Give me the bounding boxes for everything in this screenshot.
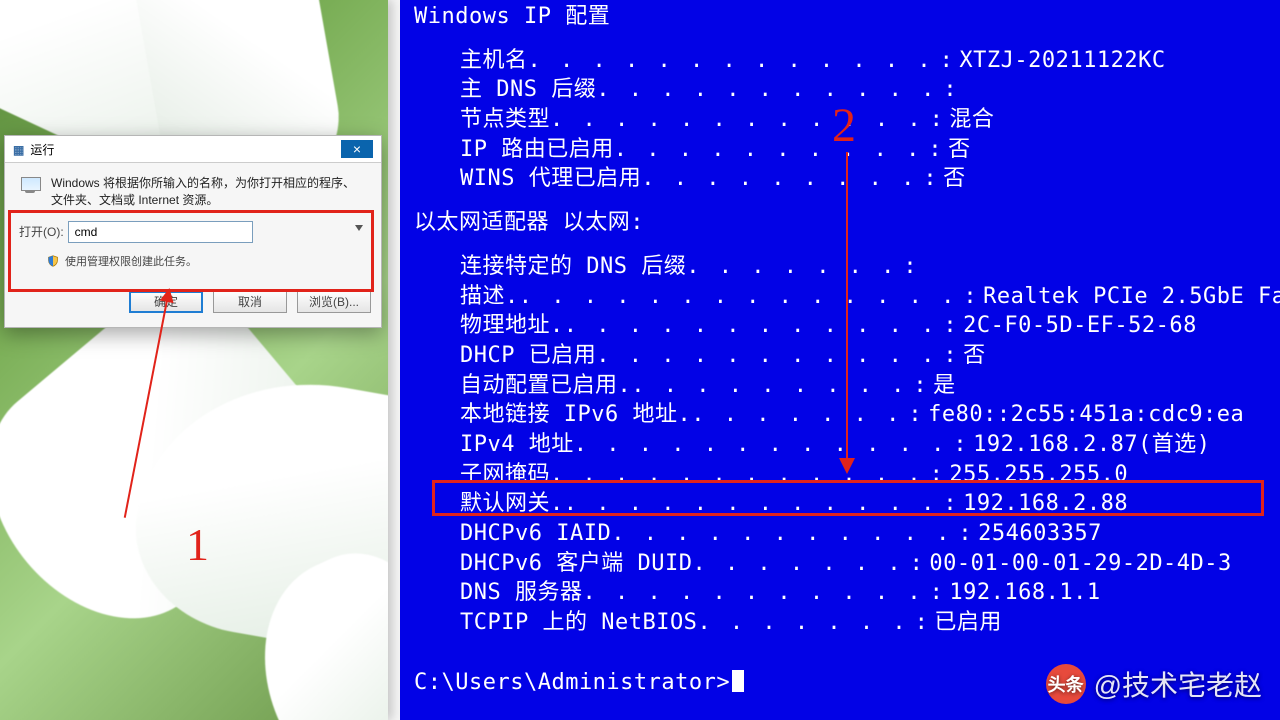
ipconfig-row: 默认网关. . . . . . . . . . . . .:192.168.2.…: [414, 489, 1280, 519]
watermark-badge: 头条: [1046, 664, 1086, 704]
run-dialog-titlebar[interactable]: ▦运行 ×: [5, 136, 381, 163]
run-dialog-description: Windows 将根据你所输入的名称，为你打开相应的程序、文件夹、文档或 Int…: [51, 175, 367, 209]
ipconfig-row: DHCPv6 IAID . . . . . . . . . . .:254603…: [414, 519, 1280, 549]
shield-icon: [47, 255, 59, 267]
run-dialog: ▦运行 × Windows 将根据你所输入的名称，为你打开相应的程序、文件夹、文…: [4, 135, 382, 328]
ipconfig-row: 主机名 . . . . . . . . . . . . .:XTZJ-20211…: [414, 46, 1280, 76]
annotation-arrow-2: [846, 152, 848, 472]
cursor: [732, 670, 744, 692]
desktop-background: ▦运行 × Windows 将根据你所输入的名称，为你打开相应的程序、文件夹、文…: [0, 0, 388, 720]
ipconfig-row: TCPIP 上的 NetBIOS . . . . . . .:已启用: [414, 608, 1280, 638]
browse-button[interactable]: 浏览(B)...: [297, 291, 371, 313]
annotation-number-1: 1: [186, 518, 209, 571]
ipconfig-row: DHCPv6 客户端 DUID . . . . . . .:00-01-00-0…: [414, 549, 1280, 579]
open-label: 打开(O):: [19, 223, 64, 240]
ipconfig-header: Windows IP 配置: [414, 2, 1280, 32]
cancel-button[interactable]: 取消: [213, 291, 287, 313]
annotation-number-2: 2: [832, 98, 856, 153]
run-icon: [19, 175, 43, 195]
close-icon[interactable]: ×: [341, 140, 373, 158]
watermark: 头条 @技术宅老赵: [1046, 664, 1262, 704]
open-input[interactable]: [68, 221, 253, 243]
run-dialog-buttons: 确定 取消 浏览(B)...: [5, 277, 381, 327]
ipconfig-row: DNS 服务器 . . . . . . . . . . .:192.168.1.…: [414, 578, 1280, 608]
watermark-text: @技术宅老赵: [1094, 664, 1262, 704]
ok-button[interactable]: 确定: [129, 291, 203, 313]
run-dialog-title: 运行: [30, 143, 54, 157]
admin-note: 使用管理权限创建此任务。: [65, 253, 197, 269]
chevron-down-icon[interactable]: [355, 225, 363, 231]
